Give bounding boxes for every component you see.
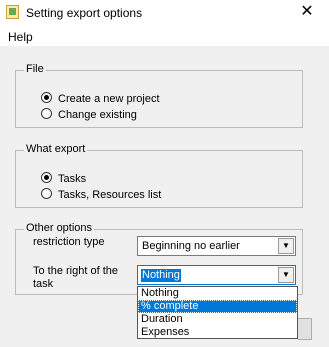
radio-button[interactable] [41, 108, 52, 119]
dropdown-option-duration[interactable]: Duration [138, 313, 297, 326]
right-of-task-dropdown: Nothing % complete Duration Expenses [137, 286, 298, 339]
chevron-down-icon[interactable]: ▼ [278, 267, 294, 283]
radio-create-new-project[interactable]: Create a new project [41, 92, 160, 106]
app-icon [6, 5, 19, 19]
window-title: Setting export options [26, 6, 143, 20]
radio-label: Change existing [58, 109, 137, 121]
hidden-button-edge[interactable] [298, 318, 312, 340]
chevron-down-icon[interactable]: ▼ [278, 238, 294, 254]
radio-button-checked[interactable] [41, 172, 52, 183]
file-group: File Create a new project Change existin… [15, 63, 303, 128]
right-of-task-select[interactable]: Nothing ▼ [137, 265, 296, 285]
radio-change-existing[interactable]: Change existing [41, 108, 137, 122]
radio-tasks[interactable]: Tasks [41, 172, 86, 186]
restriction-type-label: restriction type [33, 236, 105, 248]
restriction-type-value: Beginning no earlier [142, 240, 240, 252]
menu-item-help[interactable]: Help [8, 30, 33, 44]
dropdown-option-expenses[interactable]: Expenses [138, 326, 297, 339]
menu-bar: Help [0, 26, 329, 47]
other-options-legend: Other options [24, 222, 95, 234]
title-bar: Setting export options ✕ [0, 0, 329, 26]
radio-label: Tasks [58, 173, 87, 185]
radio-button-checked[interactable] [41, 92, 52, 103]
radio-label: Tasks, Resources list [58, 189, 162, 201]
radio-label: Create a new project [58, 93, 160, 105]
dropdown-option-percent-complete[interactable]: % complete [138, 300, 297, 313]
right-of-task-label-line2: task [33, 278, 54, 290]
radio-button[interactable] [41, 188, 52, 199]
restriction-type-select[interactable]: Beginning no earlier ▼ [137, 236, 296, 256]
dropdown-option-nothing[interactable]: Nothing [138, 287, 297, 300]
export-group-legend: What export [24, 143, 88, 155]
file-group-legend: File [24, 63, 46, 75]
export-group: What export Tasks Tasks, Resources list [15, 143, 303, 208]
close-button[interactable]: ✕ [297, 2, 317, 22]
right-of-task-label-line1: To the right of the [33, 265, 118, 277]
radio-tasks-resources[interactable]: Tasks, Resources list [41, 188, 161, 202]
right-of-task-value: Nothing [141, 269, 181, 282]
